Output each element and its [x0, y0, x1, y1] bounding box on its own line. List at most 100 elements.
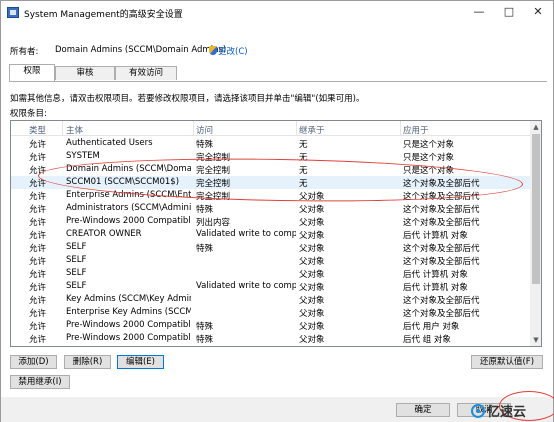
column-separator[interactable] [193, 121, 194, 136]
row-principal: Pre-Windows 2000 Compatible ... [66, 320, 191, 330]
scrollbar-thumb[interactable] [532, 134, 540, 284]
row-principal: Pre-Windows 2000 Compatible ... [66, 216, 191, 226]
row-inherited-from: 父对象 [299, 205, 325, 215]
add-button[interactable]: 添加(D) [10, 355, 57, 369]
row-principal: Enterprise Key Admins (SCCM\E... [66, 307, 191, 317]
row-principal: SELF [66, 281, 87, 291]
row-inherited-from: 父对象 [299, 218, 325, 228]
row-applies-to: 只是这个对象 [403, 140, 455, 150]
row-access: Validated write to comp... [196, 229, 296, 239]
row-applies-to: 后代 计算机 对象 [403, 231, 468, 241]
table-row[interactable]: 允许 Authenticated Users 特殊 无 只是这个对象 [11, 137, 530, 150]
table-row[interactable]: 允许 Pre-Windows 2000 Compatible ... 列出内容 父对象… [11, 215, 530, 228]
row-inherited-from: 父对象 [299, 283, 325, 293]
table-row[interactable]: 允许 SELF 父对象 这个对象及全部后代 [11, 254, 530, 267]
row-type: 允许 [29, 244, 47, 254]
advanced-security-settings-window: System Management的高级安全设置 — □ ✕ 所有者: Doma… [0, 0, 554, 422]
ok-button[interactable]: 确定 [396, 403, 450, 417]
row-access: 特殊 [196, 335, 214, 345]
disable-inheritance-button[interactable]: 禁用继承(I) [10, 375, 70, 389]
row-type: 允许 [29, 296, 47, 306]
row-applies-to: 后代 计算机 对象 [403, 283, 468, 293]
row-principal: CREATOR OWNER [66, 229, 142, 239]
owner-label: 所有者: [10, 47, 39, 57]
table-row[interactable]: 允许 Enterprise Key Admins (SCCM\E... 父对象 这个对… [11, 306, 530, 319]
row-type: 允许 [29, 257, 47, 267]
row-principal: Administrators (SCCM\Administ... [66, 203, 191, 213]
info-text: 如需其他信息，请双击权限项目。若要修改权限项目，请选择该项目并单击"编辑"(如果… [10, 94, 365, 104]
row-applies-to: 后代 组 对象 [403, 335, 451, 345]
row-applies-to: 后代 计算机 对象 [403, 270, 468, 280]
row-access: 特殊 [196, 322, 214, 332]
row-inherited-from: 父对象 [299, 270, 325, 280]
table-row[interactable]: 允许 SELF Validated write to comp... 父对象 后代 计算… [11, 280, 530, 293]
row-inherited-from: 无 [299, 140, 308, 150]
row-applies-to: 这个对象及全部后代 [403, 218, 480, 228]
tab-effective-access[interactable]: 有效访问 [115, 66, 177, 80]
row-principal: Pre-Windows 2000 Compatible ... [66, 333, 191, 343]
row-type: 允许 [29, 205, 47, 215]
permission-entries-list[interactable]: 类型 主体 访问 继承于 应用于 允许 Authenticated Users 特殊… [10, 120, 542, 347]
row-inherited-from: 父对象 [299, 231, 325, 241]
remove-button[interactable]: 删除(R) [64, 355, 111, 369]
row-principal: SELF [66, 255, 87, 265]
table-row[interactable]: 允许 SELF 父对象 后代 计算机 对象 [11, 267, 530, 280]
row-type: 允许 [29, 140, 47, 150]
tab-divider [9, 81, 547, 82]
column-header-principal[interactable]: 主体 [66, 124, 83, 136]
change-owner-label: 更改(C) [218, 47, 248, 57]
scroll-down-icon[interactable]: ▼ [530, 334, 541, 346]
row-applies-to: 后代 用户 对象 [403, 322, 460, 332]
row-access: 特殊 [196, 244, 214, 254]
table-row[interactable]: 允许 Administrators (SCCM\Administ... 特殊 父对象 这… [11, 202, 530, 215]
close-icon[interactable]: ✕ [527, 3, 549, 21]
row-type: 允许 [29, 153, 47, 163]
tab-auditing[interactable]: 审核 [55, 66, 115, 80]
row-type: 允许 [29, 270, 47, 280]
vertical-scrollbar[interactable]: ▲ ▼ [530, 121, 541, 346]
table-row[interactable]: 允许 Pre-Windows 2000 Compatible ... 特殊 父对象 后代… [11, 332, 530, 345]
row-type: 允许 [29, 335, 47, 345]
minimize-icon[interactable]: — [468, 3, 490, 21]
row-access: 特殊 [196, 205, 214, 215]
row-inherited-from: 父对象 [299, 322, 325, 332]
uac-shield-icon [209, 46, 217, 55]
row-applies-to: 这个对象及全部后代 [403, 257, 480, 267]
row-type: 允许 [29, 309, 47, 319]
column-separator[interactable] [62, 121, 63, 136]
watermark-logo-icon [471, 404, 485, 418]
tab-permissions[interactable]: 权限 [9, 64, 55, 81]
row-applies-to: 只是这个对象 [403, 153, 455, 163]
column-header-access[interactable]: 访问 [196, 124, 213, 136]
row-principal: SELF [66, 268, 87, 278]
scroll-up-icon[interactable]: ▲ [530, 121, 541, 133]
watermark-text: 亿速云 [487, 405, 527, 420]
change-owner-link[interactable]: 更改(C) [209, 45, 248, 57]
table-row[interactable]: 允许 Pre-Windows 2000 Compatible ... 特殊 父对象 后代… [11, 319, 530, 332]
table-row[interactable]: 允许 CREATOR OWNER Validated write to comp..… [11, 228, 530, 241]
row-type: 允许 [29, 283, 47, 293]
column-header-type[interactable]: 类型 [29, 124, 46, 136]
row-principal: Authenticated Users [66, 138, 153, 148]
restore-defaults-button[interactable]: 还原默认值(F) [471, 355, 543, 369]
permission-entries-label: 权限条目: [10, 109, 47, 119]
row-principal: Key Admins (SCCM\Key Admins) [66, 294, 191, 304]
column-separator[interactable] [400, 121, 401, 136]
edit-button[interactable]: 编辑(E) [117, 355, 164, 369]
row-inherited-from: 父对象 [299, 296, 325, 306]
column-header-inherited-from[interactable]: 继承于 [299, 124, 325, 136]
window-app-icon [7, 7, 19, 18]
title-bar[interactable]: System Management的高级安全设置 — □ ✕ [1, 1, 553, 25]
row-inherited-from: 父对象 [299, 257, 325, 267]
column-header-applies-to[interactable]: 应用于 [403, 124, 429, 136]
row-type: 允许 [29, 322, 47, 332]
table-row[interactable]: 允许 SELF 特殊 父对象 这个对象及全部后代 [11, 241, 530, 254]
row-access: 列出内容 [196, 218, 231, 228]
row-type: 允许 [29, 231, 47, 241]
watermark: 亿速云 [471, 401, 527, 420]
table-row[interactable]: 允许 Key Admins (SCCM\Key Admins) 父对象 这个对象及全部… [11, 293, 530, 306]
row-type: 允许 [29, 218, 47, 228]
row-access: 特殊 [196, 140, 214, 150]
column-separator[interactable] [296, 121, 297, 136]
maximize-icon[interactable]: □ [498, 3, 520, 21]
